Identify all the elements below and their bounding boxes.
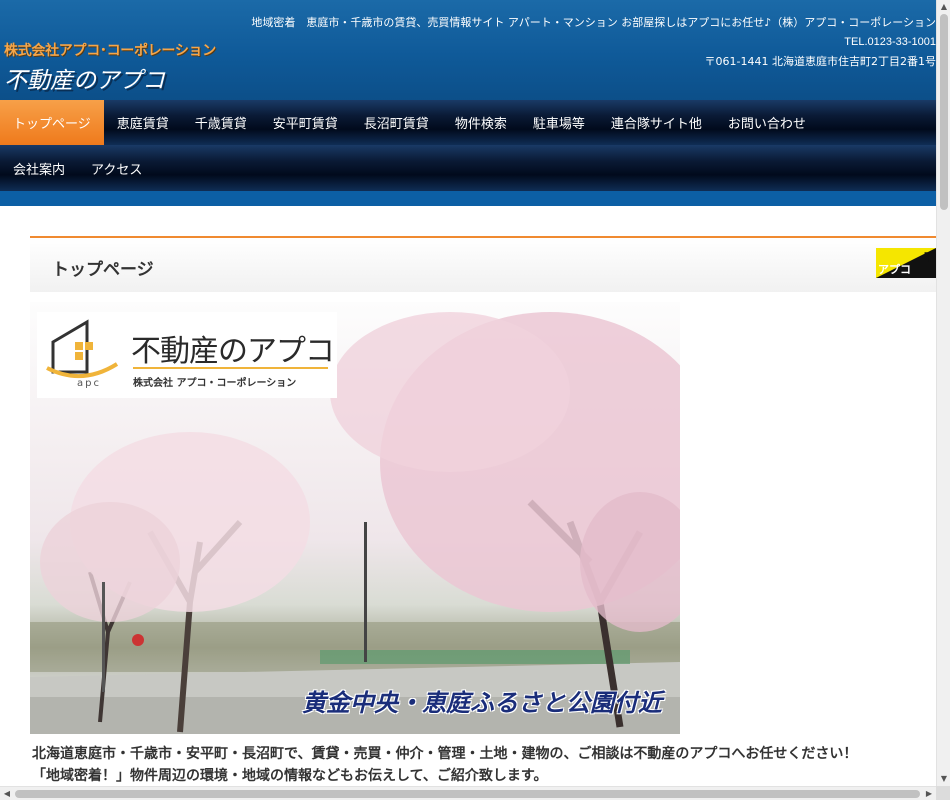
vertical-scroll-thumb[interactable] xyxy=(940,14,948,210)
header-tagline: 地域密着 恵庭市・千歳市の賃貸、売買情報サイト アパート・マンション お部屋探し… xyxy=(251,16,936,29)
scroll-up-arrow-icon[interactable]: ▲ xyxy=(937,0,950,14)
badge-bottom-text: アプコ xyxy=(878,263,911,276)
nav-contact[interactable]: お問い合わせ xyxy=(715,100,819,145)
nav-naganuma-rental[interactable]: 長沼町賃貸 xyxy=(351,100,442,145)
scrollbar-corner xyxy=(936,786,950,800)
hero-logo-card: apc 不動産のアプコ 株式会社 アプコ・コーポレーション xyxy=(37,312,337,398)
scroll-right-arrow-icon[interactable]: ▶ xyxy=(922,787,936,800)
hero-logo-sub-text: 株式会社 アプコ・コーポレーション xyxy=(133,378,297,389)
page-heading-bar: トップページ 不 アプコ xyxy=(30,236,936,292)
header-divider-band xyxy=(0,191,936,206)
logo-name: 不動産のアプコ xyxy=(4,68,165,94)
header-tel: TEL.0123-33-1001 xyxy=(844,36,936,48)
hero-logo-main-text: 不動産のアプコ xyxy=(131,334,335,369)
nav-abira-rental[interactable]: 安平町賃貸 xyxy=(260,100,351,145)
hero-caption: 黄金中央・恵庭ふるさと公園付近 xyxy=(302,689,662,717)
hero-image: apc 不動産のアプコ 株式会社 アプコ・コーポレーション 黄金中央・恵庭ふるさ… xyxy=(30,302,680,734)
apco-badge[interactable]: 不 アプコ xyxy=(876,248,936,278)
intro-line-2: 「地域密着！」物件周辺の環境・地域の情報などもお伝えして、ご紹介致します。 xyxy=(32,768,548,784)
main-nav-row-1: トップページ 恵庭賃貸 千歳賃貸 安平町賃貸 長沼町賃貸 物件検索 駐車場等 連… xyxy=(0,100,936,145)
nav-company-info[interactable]: 会社案内 xyxy=(0,145,78,191)
nav-top-page[interactable]: トップページ xyxy=(0,100,104,145)
nav-parking[interactable]: 駐車場等 xyxy=(520,100,598,145)
main-nav-row-2: 会社案内 アクセス xyxy=(0,145,936,191)
badge-top-text: 不 xyxy=(924,251,935,264)
nav-eniwa-rental[interactable]: 恵庭賃貸 xyxy=(104,100,182,145)
logo-company: 株式会社アプコ･コーポレーション xyxy=(4,43,216,59)
intro-text: 北海道恵庭市・千歳市・安平町・長沼町で、賃貸・売買・仲介・管理・土地・建物の、ご… xyxy=(32,743,932,787)
horizontal-scrollbar[interactable]: ◀ ▶ xyxy=(0,786,936,800)
site-logo[interactable]: 株式会社アプコ･コーポレーション 不動産のアプコ xyxy=(4,40,216,95)
scroll-left-arrow-icon[interactable]: ◀ xyxy=(0,787,14,800)
page-title: トップページ xyxy=(52,260,154,280)
scroll-down-arrow-icon[interactable]: ▼ xyxy=(937,772,950,786)
vertical-scrollbar[interactable]: ▲ ▼ xyxy=(936,0,950,786)
hero-logo-underline xyxy=(133,367,328,369)
nav-property-search[interactable]: 物件検索 xyxy=(442,100,520,145)
header-address: 〒061-1441 北海道恵庭市住吉町2丁目2番1号 xyxy=(704,55,936,68)
horizontal-scroll-thumb[interactable] xyxy=(15,790,920,798)
nav-access[interactable]: アクセス xyxy=(78,145,155,191)
nav-partner-sites[interactable]: 連合隊サイト他 xyxy=(598,100,715,145)
intro-line-1: 北海道恵庭市・千歳市・安平町・長沼町で、賃貸・売買・仲介・管理・土地・建物の、ご… xyxy=(32,746,858,762)
hero-logo-mark-text: apc xyxy=(77,378,101,389)
site-header: 地域密着 恵庭市・千歳市の賃貸、売買情報サイト アパート・マンション お部屋探し… xyxy=(0,0,936,100)
nav-chitose-rental[interactable]: 千歳賃貸 xyxy=(182,100,260,145)
